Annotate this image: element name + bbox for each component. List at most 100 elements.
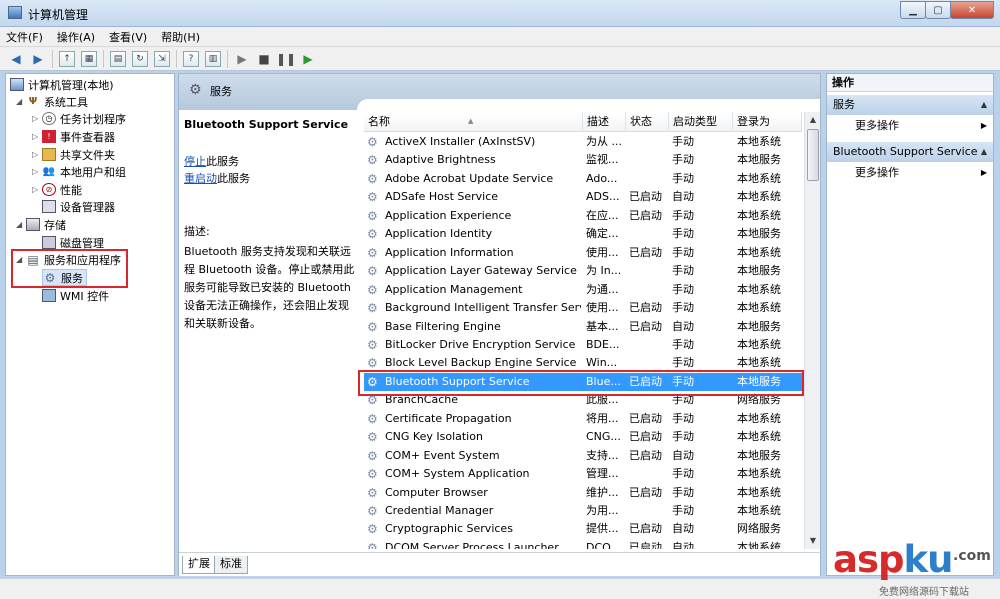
show-action-pane-icon[interactable]: ▥: [205, 50, 221, 67]
table-row[interactable]: ⚙ Adobe Acrobat Update Service Ado... 手动 本地系…: [364, 170, 802, 189]
table-row[interactable]: ⚙ Application Identity 确定... 手动 本地服务: [364, 225, 802, 244]
tree-shared-folders[interactable]: ▷ 共享文件夹: [32, 146, 115, 163]
section-label: 服务: [833, 98, 855, 111]
cell-name: DCOM Server Process Launcher: [385, 540, 559, 549]
cell-name: Application Experience: [385, 208, 512, 222]
collapsed-arrow-icon[interactable]: ▷: [32, 150, 42, 159]
export-list-icon[interactable]: ⇲: [154, 50, 170, 67]
cell-status: [629, 281, 667, 299]
table-row[interactable]: ⚙ COM+ Event System 支持... 已启动 自动 本地服务: [364, 447, 802, 466]
vertical-scrollbar[interactable]: ▲ ▼: [804, 112, 820, 549]
stop-service-link[interactable]: 停止: [184, 155, 206, 168]
column-status[interactable]: 状态: [626, 112, 669, 132]
table-row[interactable]: ⚙ Cryptographic Services 提供... 已启动 自动 网络服务: [364, 520, 802, 539]
show-hide-tree-icon[interactable]: ▦: [81, 50, 97, 67]
minimize-button[interactable]: ▁: [900, 1, 926, 19]
tree-system-tools[interactable]: ◢ Ψ 系统工具: [16, 93, 88, 110]
collapsed-arrow-icon[interactable]: ▷: [32, 167, 42, 176]
tree-device-manager[interactable]: 设备管理器: [42, 198, 115, 215]
tree-local-users[interactable]: ▷ 👥 本地用户和组: [32, 163, 126, 180]
tree-label: 设备管理器: [60, 200, 115, 214]
tree-event-viewer[interactable]: ▷ ! 事件查看器: [32, 128, 115, 145]
table-row[interactable]: ⚙ Credential Manager 为用... 手动 本地系统: [364, 502, 802, 521]
table-row[interactable]: ⚙ Background Intelligent Transfer Serv...…: [364, 299, 802, 318]
table-row[interactable]: ⚙ Certificate Propagation 将用... 已启动 手动 本地系统: [364, 410, 802, 429]
table-row[interactable]: ⚙ Application Experience 在应... 已启动 手动 本地系统: [364, 207, 802, 226]
table-row[interactable]: ⚙ BitLocker Drive Encryption Service BDE..…: [364, 336, 802, 355]
up-folder-icon[interactable]: ↑: [59, 50, 75, 67]
tree-root[interactable]: 计算机管理(本地): [10, 76, 114, 93]
menu-action[interactable]: 操作(A): [57, 29, 95, 45]
scroll-thumb[interactable]: [807, 129, 819, 181]
more-actions-item[interactable]: 更多操作 ▶: [827, 163, 993, 183]
cell-logon: 本地系统: [737, 135, 781, 148]
cell-status: 已启动: [629, 522, 662, 536]
scroll-up-icon[interactable]: ▲: [805, 112, 821, 128]
table-row[interactable]: ⚙ DCOM Server Process Launcher DCO... 已启动 自动…: [364, 539, 802, 549]
collapsed-arrow-icon[interactable]: ▷: [32, 185, 42, 194]
cell-logon: 本地系统: [737, 190, 781, 204]
cell-status: 已启动: [629, 208, 662, 222]
table-row[interactable]: ⚙ ActiveX Installer (AxInstSV) 为从 ... 手动 本地系…: [364, 133, 802, 152]
close-button[interactable]: ✕: [950, 1, 994, 19]
tree-wmi[interactable]: WMI 控件: [42, 287, 109, 304]
expanded-arrow-icon[interactable]: ◢: [16, 220, 26, 229]
start-service-icon[interactable]: ▶: [234, 51, 250, 67]
collapsed-arrow-icon[interactable]: ▷: [32, 132, 42, 141]
collapse-up-icon[interactable]: ▲: [981, 142, 987, 162]
tab-standard[interactable]: 标准: [214, 556, 248, 574]
table-row[interactable]: ⚙ Computer Browser 维护... 已启动 手动 本地系统: [364, 484, 802, 503]
column-name[interactable]: 名称 ▲: [364, 112, 583, 132]
table-row[interactable]: ⚙ CNG Key Isolation CNG... 已启动 手动 本地系统: [364, 428, 802, 447]
cell-name: BitLocker Drive Encryption Service: [385, 337, 576, 351]
menu-view[interactable]: 查看(V): [109, 29, 147, 45]
menu-file[interactable]: 文件(F): [6, 29, 43, 45]
table-row[interactable]: ⚙ Application Information 使用... 已启动 手动 本地系统: [364, 244, 802, 263]
table-row[interactable]: ⚙ Base Filtering Engine 基本... 已启动 自动 本地服务: [364, 318, 802, 337]
collapse-up-icon[interactable]: ▲: [981, 95, 987, 115]
cell-name: Application Layer Gateway Service: [385, 264, 577, 278]
pane-title: 服务: [210, 85, 232, 98]
cell-name: CNG Key Isolation: [385, 430, 483, 444]
tree-task-scheduler[interactable]: ▷ ◷ 任务计划程序: [32, 110, 126, 127]
column-description[interactable]: 描述: [583, 112, 626, 132]
actions-section-services[interactable]: 服务 ▲: [827, 95, 993, 115]
help-icon[interactable]: ?: [183, 50, 199, 67]
actions-section-bluetooth[interactable]: Bluetooth Support Service ▲: [827, 142, 993, 162]
expanded-arrow-icon[interactable]: ◢: [16, 97, 26, 106]
properties-icon[interactable]: ▤: [110, 50, 126, 67]
disk-icon: [42, 236, 56, 249]
column-logon-as[interactable]: 登录为: [733, 112, 802, 132]
cell-startup: 自动: [672, 190, 694, 204]
more-actions-item[interactable]: 更多操作 ▶: [827, 116, 993, 136]
back-arrow-icon[interactable]: ◀: [8, 51, 24, 67]
restart-service-icon[interactable]: ▶: [300, 51, 316, 67]
toolbar-separator: [52, 49, 53, 68]
maximize-button[interactable]: ▢: [925, 1, 951, 19]
refresh-icon[interactable]: ↻: [132, 50, 148, 67]
table-row[interactable]: ⚙ Adaptive Brightness 监视... 手动 本地服务: [364, 151, 802, 170]
tree-storage[interactable]: ◢ 存储: [16, 216, 66, 233]
restart-service-link[interactable]: 重启动: [184, 172, 217, 185]
tab-extended[interactable]: 扩展: [182, 556, 216, 574]
table-row[interactable]: ⚙ Application Layer Gateway Service 为 In..…: [364, 262, 802, 281]
pause-service-icon[interactable]: ❚❚: [276, 51, 296, 67]
forward-arrow-icon[interactable]: ▶: [30, 51, 46, 67]
stop-service-icon[interactable]: ■: [256, 51, 272, 67]
cell-startup: 手动: [672, 135, 694, 148]
event-viewer-icon: !: [42, 130, 56, 143]
storage-icon: [26, 218, 40, 231]
column-startup-type[interactable]: 启动类型: [669, 112, 733, 132]
tree-performance[interactable]: ▷ ⊘ 性能: [32, 181, 82, 198]
gear-icon: ⚙: [189, 82, 202, 98]
collapsed-arrow-icon[interactable]: ▷: [32, 114, 42, 123]
scroll-down-icon[interactable]: ▼: [805, 533, 821, 549]
menu-help[interactable]: 帮助(H): [161, 29, 200, 45]
table-row[interactable]: ⚙ ADSafe Host Service ADS... 已启动 自动 本地系统: [364, 188, 802, 207]
cell-logon: 本地系统: [737, 208, 781, 222]
actions-title: 操作: [827, 74, 993, 92]
table-row[interactable]: ⚙ Application Management 为通... 手动 本地系统: [364, 281, 802, 300]
cell-desc: 使用...: [586, 301, 619, 315]
detail-links: 停止此服务 重启动此服务: [184, 153, 360, 187]
table-row[interactable]: ⚙ COM+ System Application 管理... 手动 本地系统: [364, 465, 802, 484]
